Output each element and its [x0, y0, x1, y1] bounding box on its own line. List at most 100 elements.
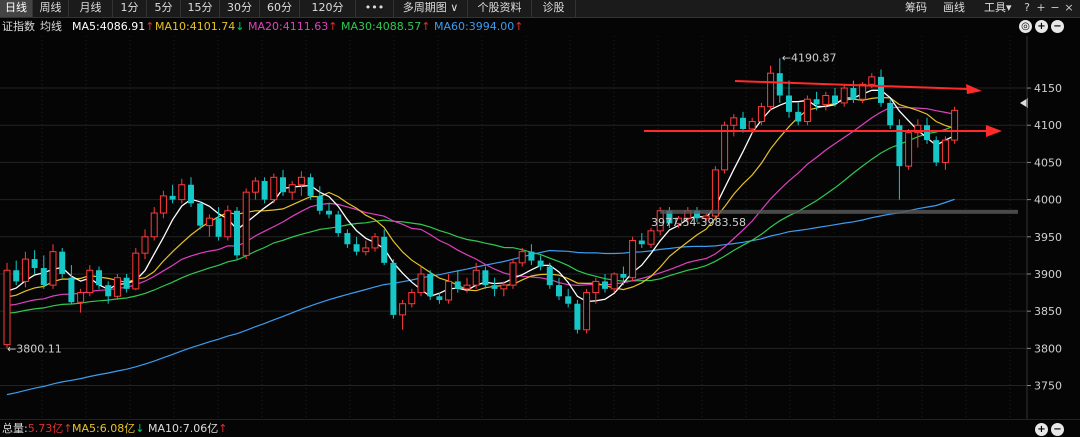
tools-dropdown[interactable]: 工具▾: [984, 0, 1012, 17]
candle-body: [215, 218, 222, 237]
candle-body: [178, 184, 186, 201]
candle-body: [850, 88, 857, 100]
zoom-out-icon[interactable]: −: [1049, 2, 1061, 14]
volume-add-icon[interactable]: +: [1035, 423, 1048, 436]
ma30-arrow: ↑: [421, 20, 431, 33]
candle: [141, 229, 149, 260]
zoom-in-icon[interactable]: +: [1035, 2, 1047, 14]
candle-body: [205, 217, 213, 227]
candle: [914, 119, 922, 148]
avg-line-label[interactable]: 均线: [40, 18, 62, 35]
tab-120min[interactable]: 120分: [300, 0, 356, 17]
moving-averages: [6, 89, 955, 396]
candle-body: [123, 277, 130, 289]
y-tick-label: 3850: [1034, 305, 1062, 318]
volume-remove-icon[interactable]: −: [1051, 423, 1064, 436]
candle-body: [878, 76, 884, 103]
settings-circle-icon[interactable]: ◎: [1019, 20, 1032, 33]
candle-body: [251, 180, 259, 193]
candle-body: [482, 270, 489, 286]
add-indicator-icon[interactable]: +: [1035, 20, 1048, 33]
candle: [326, 203, 332, 219]
volume-ma5-value: 6.08亿: [99, 422, 136, 435]
candle-body: [748, 121, 756, 130]
candle-body: [297, 176, 305, 186]
candle: [242, 188, 250, 260]
tab-daily[interactable]: 日线: [0, 0, 33, 17]
candle-body: [326, 210, 332, 215]
candle-body: [786, 95, 792, 112]
candle: [528, 244, 535, 266]
candle-body: [316, 195, 323, 211]
tab-1min[interactable]: 1分: [113, 0, 147, 17]
candle-body: [509, 262, 517, 286]
remove-indicator-icon[interactable]: −: [1051, 20, 1064, 33]
candle-body: [21, 258, 29, 282]
candle: [49, 244, 57, 289]
candle: [169, 184, 176, 204]
close-icon[interactable]: ×: [1063, 2, 1075, 14]
draw-line-button[interactable]: 画线: [943, 0, 965, 17]
candle-body: [518, 251, 526, 264]
tab-5min[interactable]: 5分: [147, 0, 181, 17]
y-tick-label: 4150: [1034, 82, 1062, 95]
tab-30min[interactable]: 30分: [220, 0, 260, 17]
candle: [371, 233, 379, 252]
candle: [840, 84, 848, 107]
candle: [556, 277, 562, 301]
more-periods-button[interactable]: •••: [356, 0, 394, 17]
candle-body: [565, 296, 572, 304]
ma20-value: MA20:4111.63: [248, 20, 329, 33]
candle-body: [454, 281, 461, 289]
stock-info-tab[interactable]: 个股资料: [468, 0, 532, 17]
candle: [721, 121, 729, 174]
index-name-label: 证指数: [2, 20, 35, 33]
candle-body: [390, 262, 397, 315]
range-band: [660, 209, 1018, 214]
candle-body: [362, 247, 370, 253]
resistance-arrow-head: [966, 84, 982, 94]
tab-60min[interactable]: 60分: [260, 0, 300, 17]
candles: [3, 58, 959, 349]
candle-body: [767, 72, 775, 108]
candle: [583, 288, 591, 334]
candle-body: [417, 273, 425, 294]
candlestick-chart[interactable]: 3977.54-3983.58 ←4190.87 ←3800.11 3750 38…: [0, 36, 1080, 419]
candle: [13, 260, 20, 286]
candle-body: [941, 139, 949, 163]
candle-body: [188, 184, 194, 204]
multi-period-dropdown[interactable]: 多周期图 ∨: [394, 0, 468, 17]
candle-body: [234, 210, 240, 256]
candle-body: [859, 83, 867, 100]
candle-body: [832, 95, 838, 103]
candle-body: [427, 273, 434, 297]
tab-monthly[interactable]: 月线: [69, 0, 113, 17]
diagnose-tab[interactable]: 诊股: [532, 0, 576, 17]
candle: [353, 236, 360, 256]
help-icon[interactable]: ?: [1021, 2, 1033, 14]
volume-ma5: MA5:6.08亿↓: [72, 420, 144, 437]
candle-body: [31, 259, 38, 269]
candle-body: [500, 284, 508, 290]
volume-ma10: MA10:7.06亿↑: [148, 420, 227, 437]
candle-body: [610, 273, 618, 290]
candle: [3, 262, 11, 349]
candle-body: [556, 285, 562, 297]
tab-weekly[interactable]: 周线: [33, 0, 69, 17]
ma5-legend: MA5:4086.91↑: [72, 18, 154, 35]
candle-body: [68, 277, 75, 303]
total-volume: 总量:5.73亿↑: [2, 420, 72, 437]
candle: [261, 177, 268, 204]
candle-body: [335, 214, 342, 234]
candle-body: [951, 109, 959, 141]
tab-15min[interactable]: 15分: [181, 0, 220, 17]
candle: [132, 247, 140, 291]
candle: [390, 259, 397, 319]
candle: [878, 69, 884, 107]
ma10-legend: MA10:4101.74↓: [155, 18, 244, 35]
candle: [491, 277, 498, 297]
range-label: 3977.54-3983.58: [651, 216, 746, 229]
support-arrow-head: [986, 125, 1002, 137]
chips-button[interactable]: 筹码: [905, 0, 927, 17]
candle-body: [445, 280, 453, 301]
